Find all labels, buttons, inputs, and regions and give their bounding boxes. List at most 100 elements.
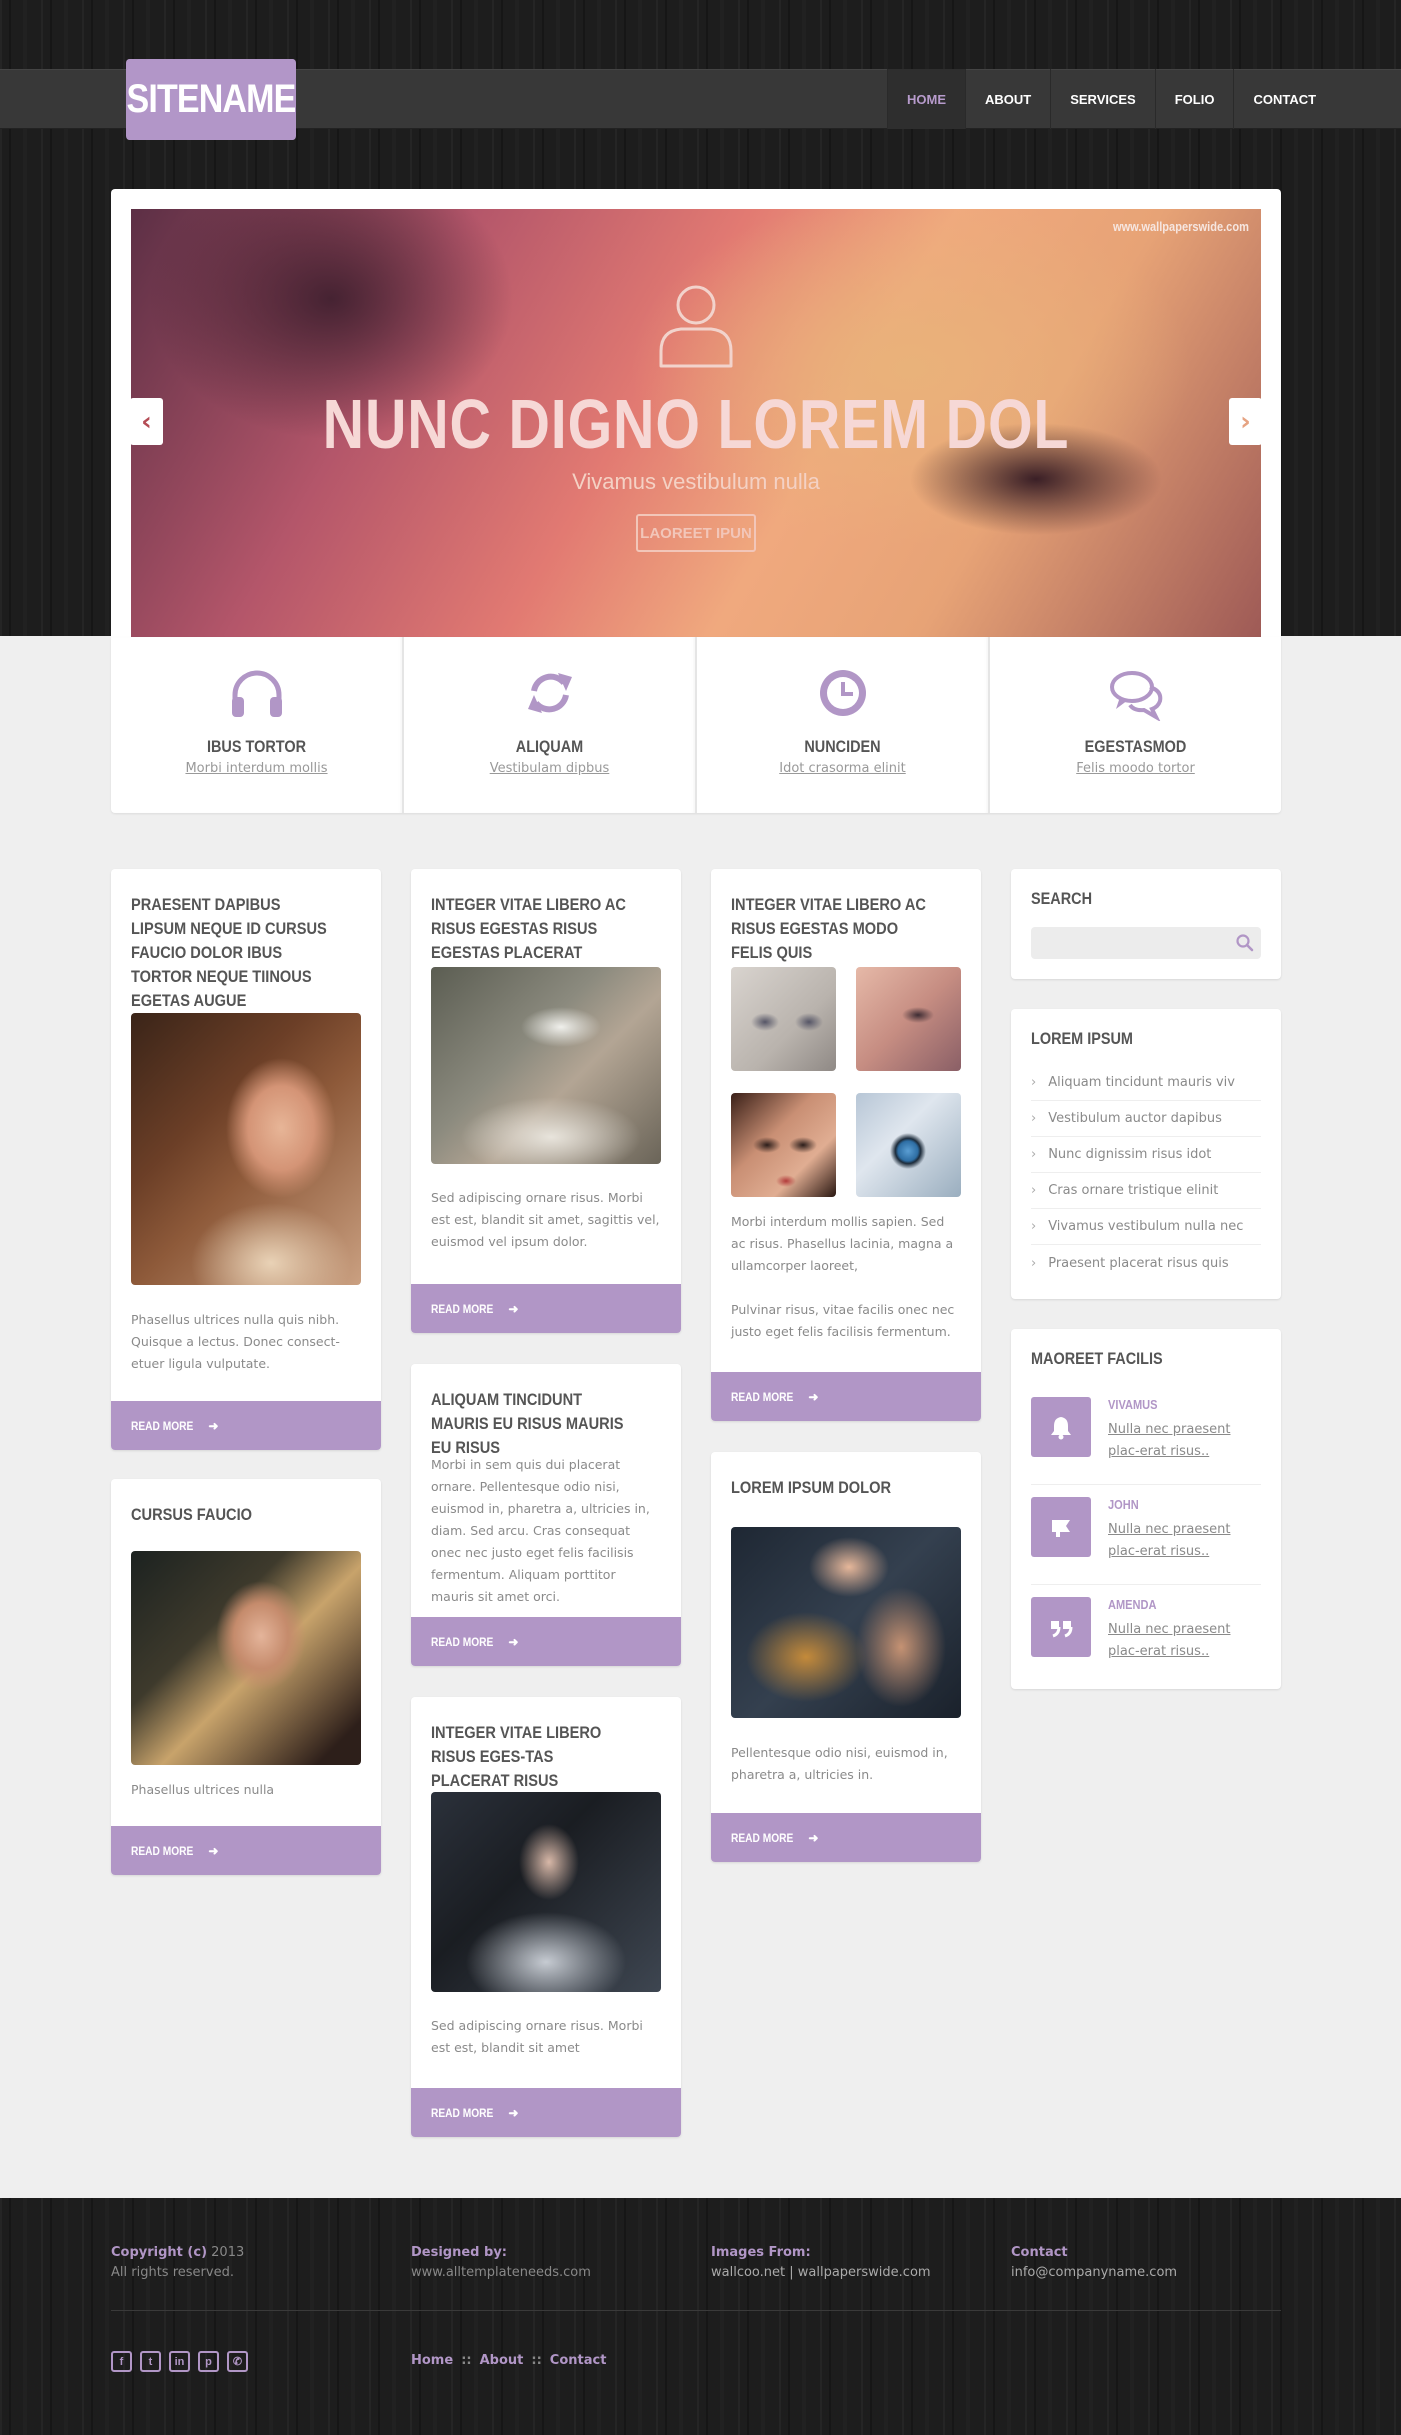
- slide-credit: www.wallpaperswide.com: [1113, 219, 1249, 234]
- arrow-right-icon: ➜: [808, 1389, 819, 1404]
- read-more-label: READ MORE: [731, 1389, 794, 1404]
- feature-title: ALIQUAM: [515, 737, 584, 756]
- search-icon[interactable]: [1235, 933, 1255, 953]
- slide-heading: NUNC DIGNO LOREM DOL: [322, 385, 1070, 463]
- testimonial-text[interactable]: Nulla nec praesent plac-erat risus..: [1108, 1419, 1258, 1463]
- nav-contact[interactable]: CONTACT: [1233, 69, 1335, 129]
- post-excerpt: Morbi in sem quis dui placerat ornare. P…: [431, 1457, 650, 1604]
- main-menu: HOME ABOUT SERVICES FOLIO CONTACT: [887, 69, 1335, 129]
- post-title: INTEGER VITAE LIBERO AC RISUS EGESTAS MO…: [731, 895, 926, 962]
- read-more-label: READ MORE: [431, 1634, 494, 1649]
- read-more-button[interactable]: READ MORE ➜: [411, 2088, 681, 2137]
- footer-designer: Designed by: www.alltemplateneeds.com: [411, 2243, 591, 2283]
- post-excerpt: Pellentesque odio nisi, euismod in, phar…: [731, 1745, 948, 1782]
- slider-image: www.wallpaperswide.com NUNC DIGNO LOREM …: [131, 209, 1261, 637]
- slide-subheading: Vivamus vestibulum nulla: [572, 469, 820, 494]
- read-more-button[interactable]: READ MORE ➜: [111, 1401, 381, 1450]
- nav-folio[interactable]: FOLIO: [1154, 69, 1234, 129]
- phone-icon[interactable]: ✆: [227, 2351, 248, 2372]
- list-item[interactable]: › Aliquam tincidunt mauris viv: [1031, 1065, 1261, 1101]
- arrow-right-icon: ➜: [508, 2105, 519, 2120]
- arrow-right-icon: ➜: [508, 1634, 519, 1649]
- slider-prev-button[interactable]: ‹: [130, 398, 163, 445]
- list-item-label: Cras ornare tristique elinit: [1048, 1183, 1219, 1198]
- nav-about[interactable]: ABOUT: [965, 69, 1050, 129]
- widget-title: SEARCH: [1031, 889, 1093, 908]
- testimonial-text[interactable]: Nulla nec praesent plac-erat risus..: [1108, 1519, 1258, 1563]
- testimonials-widget: MAOREET FACILIS VIVAMUS Nulla nec praese…: [1011, 1329, 1281, 1689]
- read-more-label: READ MORE: [431, 2105, 494, 2120]
- post-title: INTEGER VITAE LIBERO AC RISUS EGESTAS RI…: [431, 895, 626, 962]
- list-item[interactable]: › Vestibulum auctor dapibus: [1031, 1101, 1261, 1137]
- chevron-right-icon: ›: [1240, 406, 1251, 437]
- testimonial-text[interactable]: Nulla nec praesent plac-erat risus..: [1108, 1619, 1258, 1663]
- list-item[interactable]: › Cras ornare tristique elinit: [1031, 1173, 1261, 1209]
- copyright-year: 2013: [211, 2245, 245, 2260]
- linkedin-icon[interactable]: in: [169, 2351, 190, 2372]
- read-more-button[interactable]: READ MORE ➜: [111, 1826, 381, 1875]
- list-item[interactable]: › Nunc dignissim risus idot: [1031, 1137, 1261, 1173]
- post-image: [431, 1792, 661, 1992]
- slider-next-button[interactable]: ›: [1229, 398, 1262, 445]
- nav-home[interactable]: HOME: [887, 69, 965, 129]
- list-item-label: Vivamus vestibulum nulla nec: [1048, 1219, 1244, 1234]
- flag-icon: [1031, 1497, 1091, 1557]
- images-sources: wallcoo.net | wallpaperswide.com: [711, 2265, 931, 2280]
- feature-4: EGESTASMOD Felis moodo tortor: [990, 637, 1281, 813]
- footer-link-contact[interactable]: Contact: [550, 2353, 607, 2368]
- user-icon: [659, 285, 733, 368]
- search-input[interactable]: [1031, 927, 1261, 959]
- chevron-right-icon: ›: [1031, 1219, 1037, 1234]
- refresh-icon: [527, 673, 572, 713]
- slide-cta-button[interactable]: LAOREET IPUN: [636, 514, 756, 552]
- read-more-button[interactable]: READ MORE ➜: [411, 1284, 681, 1333]
- rights-text: All rights reserved.: [111, 2265, 234, 2280]
- post-title: INTEGER VITAE LIBERO RISUS EGES-TAS PLAC…: [431, 1723, 602, 1790]
- chevron-left-icon: ‹: [141, 406, 152, 437]
- arrow-right-icon: ➜: [808, 1830, 819, 1845]
- feature-link[interactable]: Idot crasorma elinit: [779, 761, 906, 776]
- feature-title: EGESTASMOD: [1084, 737, 1187, 756]
- list-item[interactable]: › Vivamus vestibulum nulla nec: [1031, 1209, 1261, 1245]
- read-more-button[interactable]: READ MORE ➜: [711, 1813, 981, 1862]
- site-logo[interactable]: SITENAME: [126, 59, 296, 140]
- search-widget: SEARCH: [1011, 869, 1281, 979]
- facebook-icon[interactable]: f: [111, 2351, 132, 2372]
- post-card: PRAESENT DAPIBUS LIPSUM NEQUE ID CURSUS …: [111, 869, 381, 1450]
- gallery-image-4: [856, 1093, 961, 1197]
- feature-link[interactable]: Morbi interdum mollis: [185, 761, 327, 776]
- footer: Copyright (c) 2013 All rights reserved. …: [0, 2198, 1401, 2435]
- feature-title: IBUS TORTOR: [206, 737, 307, 756]
- read-more-button[interactable]: READ MORE ➜: [411, 1617, 681, 1666]
- feature-1: IBUS TORTOR Morbi interdum mollis: [111, 637, 404, 813]
- pinterest-icon[interactable]: p: [198, 2351, 219, 2372]
- feature-link[interactable]: Vestibulam dipbus: [490, 761, 610, 776]
- testimonial-item: JOHN Nulla nec praesent plac-erat risus.…: [1031, 1485, 1261, 1585]
- read-more-button[interactable]: READ MORE ➜: [711, 1372, 981, 1421]
- footer-divider: [111, 2310, 1281, 2311]
- nav-services[interactable]: SERVICES: [1050, 69, 1155, 129]
- testimonial-author: AMENDA: [1108, 1597, 1157, 1612]
- chevron-right-icon: ›: [1031, 1075, 1037, 1090]
- copyright-label: Copyright (c): [111, 2245, 208, 2260]
- designer-link[interactable]: www.alltemplateneeds.com: [411, 2265, 591, 2280]
- list-item[interactable]: › Praesent placerat risus quis: [1031, 1245, 1261, 1281]
- arrow-right-icon: ➜: [508, 1301, 519, 1316]
- link-separator: ::: [461, 2353, 472, 2368]
- footer-images: Images From: wallcoo.net | wallpaperswid…: [711, 2243, 931, 2283]
- footer-link-home[interactable]: Home: [411, 2353, 453, 2368]
- testimonial-item: AMENDA Nulla nec praesent plac-erat risu…: [1031, 1585, 1261, 1685]
- feature-link[interactable]: Felis moodo tortor: [1076, 761, 1195, 776]
- twitter-icon[interactable]: t: [140, 2351, 161, 2372]
- footer-link-about[interactable]: About: [480, 2353, 524, 2368]
- contact-email[interactable]: info@companyname.com: [1011, 2265, 1177, 2280]
- footer-contact: Contact info@companyname.com: [1011, 2243, 1177, 2283]
- contact-label: Contact: [1011, 2245, 1068, 2260]
- widget-title: MAOREET FACILIS: [1031, 1349, 1163, 1368]
- testimonial-author: JOHN: [1108, 1497, 1139, 1512]
- footer-nav: Home :: About :: Contact: [411, 2353, 606, 2368]
- feature-2: ALIQUAM Vestibulam dipbus: [404, 637, 697, 813]
- post-excerpt: Phasellus ultrices nulla quis nibh. Quis…: [131, 1312, 340, 1371]
- post-card: INTEGER VITAE LIBERO AC RISUS EGESTAS MO…: [711, 869, 981, 1421]
- read-more-label: READ MORE: [131, 1418, 194, 1433]
